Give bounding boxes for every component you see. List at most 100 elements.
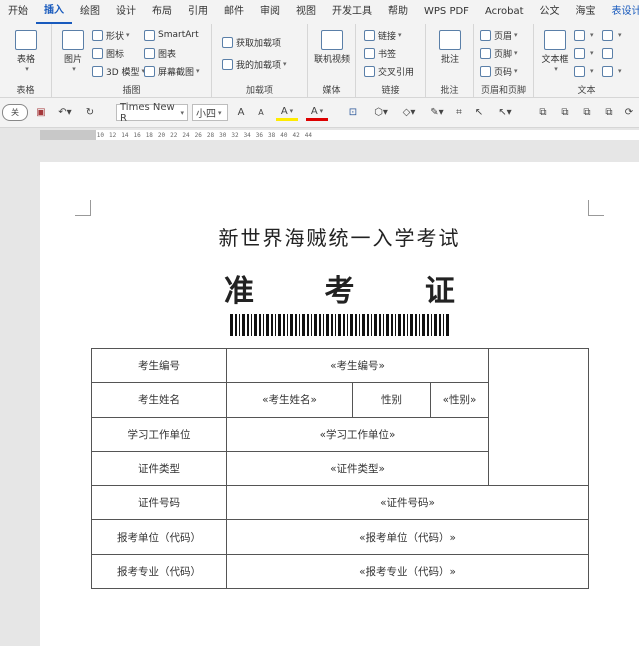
font-name-select[interactable]: Times New R ▾ bbox=[116, 102, 188, 124]
screenshot-button[interactable]: 屏幕截图 ▾ bbox=[144, 63, 200, 79]
my-addins-button[interactable]: 我的加载项 ▾ bbox=[222, 56, 287, 72]
ribbon: 表格▾ 表格 图片▾ 形状▾ 图标 3D 模型▾ SmartArt 图表 屏幕截… bbox=[0, 24, 639, 98]
barcode-bar bbox=[302, 314, 305, 336]
3d-models-button[interactable]: 3D 模型▾ bbox=[92, 63, 145, 79]
link-icon bbox=[364, 29, 375, 41]
tab-10[interactable]: 帮助 bbox=[380, 0, 416, 24]
ruler-tick: 14 bbox=[121, 131, 129, 139]
textbox-button[interactable]: 文本框 ▾ bbox=[540, 30, 570, 73]
send-backward-icon[interactable]: ⧉ bbox=[602, 104, 616, 121]
shape-outline-icon[interactable]: ⬡▾ bbox=[370, 104, 392, 121]
tab-9[interactable]: 开发工具 bbox=[324, 0, 380, 24]
pointer-icon[interactable]: ↖▾ bbox=[494, 104, 516, 121]
tab-13[interactable]: 公文 bbox=[532, 0, 568, 24]
font-size-select[interactable]: 小四 ▾ bbox=[192, 104, 228, 121]
screenshot-icon bbox=[144, 65, 155, 77]
table-button[interactable]: 表格 ▾ bbox=[12, 30, 40, 73]
tab-5[interactable]: 引用 bbox=[180, 0, 216, 24]
tab-11[interactable]: WPS PDF bbox=[416, 0, 477, 24]
tab-6[interactable]: 邮件 bbox=[216, 0, 252, 24]
fill-icon[interactable]: ◇▾ bbox=[398, 104, 420, 121]
photo-cell[interactable] bbox=[488, 347, 590, 487]
get-addins-button[interactable]: 获取加载项 bbox=[222, 34, 281, 50]
smartart-icon bbox=[144, 29, 155, 41]
page-number-button[interactable]: 页码 ▾ bbox=[480, 63, 518, 79]
quick-parts-button[interactable]: ▾ bbox=[574, 27, 594, 43]
shapes-button[interactable]: 形状 ▾ bbox=[92, 27, 130, 43]
group-label-links: 链接 bbox=[381, 86, 400, 96]
undo-icon[interactable]: ↶▾ bbox=[54, 104, 76, 121]
barcode-bar bbox=[323, 314, 324, 336]
group-icon[interactable]: ⧉ bbox=[558, 104, 572, 121]
admission-ticket-table[interactable]: 考生编号 «考生编号» 考生姓名 «考生姓名» 性别 «性别» 学习工作单位 «… bbox=[91, 347, 590, 590]
smartart-button[interactable]: SmartArt bbox=[144, 27, 199, 43]
autosave-toggle[interactable]: 关 bbox=[2, 104, 28, 121]
gender-value[interactable]: «性别» bbox=[429, 382, 490, 418]
barcode-bar bbox=[275, 314, 276, 336]
comment-button[interactable]: 批注 bbox=[436, 30, 464, 65]
tab-12[interactable]: Acrobat bbox=[477, 0, 532, 24]
object-button[interactable]: ▾ bbox=[602, 63, 622, 79]
font-color-button[interactable]: A ▾ bbox=[306, 104, 328, 121]
redo-icon[interactable]: ↻ bbox=[82, 104, 98, 121]
unit-value[interactable]: «学习工作单位» bbox=[225, 416, 490, 452]
apply-major-value[interactable]: «报考专业（代码）» bbox=[225, 553, 590, 590]
chart-button[interactable]: 图表 bbox=[144, 45, 176, 61]
align-icon[interactable]: ⧉ bbox=[536, 104, 550, 121]
ruler-tick: 42 bbox=[292, 131, 300, 139]
rotate-icon[interactable]: ⟳ bbox=[622, 104, 636, 121]
tab-3[interactable]: 设计 bbox=[108, 0, 144, 24]
grow-font-button[interactable]: A bbox=[234, 104, 248, 121]
tab-2[interactable]: 绘图 bbox=[72, 0, 108, 24]
select-icon[interactable]: ↖ bbox=[472, 104, 486, 121]
datetime-button[interactable] bbox=[602, 45, 616, 61]
cube-icon bbox=[92, 65, 103, 77]
wordart-button[interactable]: ▾ bbox=[574, 45, 594, 61]
tab-0[interactable]: 开始 bbox=[0, 0, 36, 24]
tab-7[interactable]: 审阅 bbox=[252, 0, 288, 24]
barcode-bar bbox=[307, 314, 309, 336]
name-label: 考生姓名 bbox=[91, 382, 227, 418]
tab-14[interactable]: 海宝 bbox=[568, 0, 604, 24]
id-type-value[interactable]: «证件类型» bbox=[225, 450, 490, 487]
horizontal-ruler[interactable]: 4224681012141618202224262830323436384042… bbox=[0, 128, 639, 142]
group-media: 联机视频 媒体 bbox=[308, 24, 356, 98]
apply-unit-value[interactable]: «报考单位（代码）» bbox=[225, 519, 590, 555]
picture-icon bbox=[62, 30, 84, 50]
barcode-bar bbox=[239, 314, 240, 336]
group-comments: 批注 批注 bbox=[426, 24, 474, 98]
ruler-tick: 34 bbox=[243, 131, 251, 139]
tab-15[interactable]: 表设计 bbox=[604, 0, 639, 24]
save-icon[interactable]: ▣ bbox=[34, 104, 48, 121]
document-page[interactable]: 新世界海贼统一入学考试 准 考 证 考生编号 «考生编号» 考生姓名 «考生姓名… bbox=[40, 162, 639, 646]
highlight-button[interactable]: A ▾ bbox=[276, 104, 298, 121]
barcode-bar bbox=[295, 314, 297, 336]
tab-4[interactable]: 布局 bbox=[144, 0, 180, 24]
group-links: 链接 ▾ 书签 交叉引用 链接 bbox=[356, 24, 426, 98]
textbox-quick-icon[interactable]: ⊡ bbox=[346, 104, 360, 121]
crossref-button[interactable]: 交叉引用 bbox=[364, 63, 414, 79]
tab-1[interactable]: 插入 bbox=[36, 0, 72, 24]
exam-id-value[interactable]: «考生编号» bbox=[225, 347, 490, 384]
group-headerfooter: 页眉 ▾ 页脚 ▾ 页码 ▾ 页眉和页脚 bbox=[474, 24, 534, 98]
name-value[interactable]: «考生姓名» bbox=[226, 382, 353, 418]
shrink-font-button[interactable]: A bbox=[254, 104, 268, 121]
ruler-tick: 40 bbox=[280, 131, 288, 139]
crop-icon[interactable]: ⌗ bbox=[452, 104, 466, 121]
footer-button[interactable]: 页脚 ▾ bbox=[480, 45, 518, 61]
dropcap-button[interactable]: ▾ bbox=[574, 63, 594, 79]
id-number-value[interactable]: «证件号码» bbox=[225, 485, 590, 521]
apply-unit-label: 报考单位（代码） bbox=[91, 519, 227, 555]
picture-button[interactable]: 图片 ▾ bbox=[58, 30, 88, 73]
pen-icon[interactable]: ✎▾ bbox=[426, 104, 448, 121]
bring-forward-icon[interactable]: ⧉ bbox=[580, 104, 594, 121]
tab-8[interactable]: 视图 bbox=[288, 0, 324, 24]
header-button[interactable]: 页眉 ▾ bbox=[480, 27, 518, 43]
online-video-button[interactable]: 联机视频 bbox=[312, 30, 352, 65]
icons-button[interactable]: 图标 bbox=[92, 45, 124, 61]
barcode-bar bbox=[407, 314, 408, 336]
bookmark-button[interactable]: 书签 bbox=[364, 45, 396, 61]
link-button[interactable]: 链接 ▾ bbox=[364, 27, 402, 43]
barcode-bar bbox=[314, 314, 317, 336]
signature-button[interactable]: ▾ bbox=[602, 27, 622, 43]
